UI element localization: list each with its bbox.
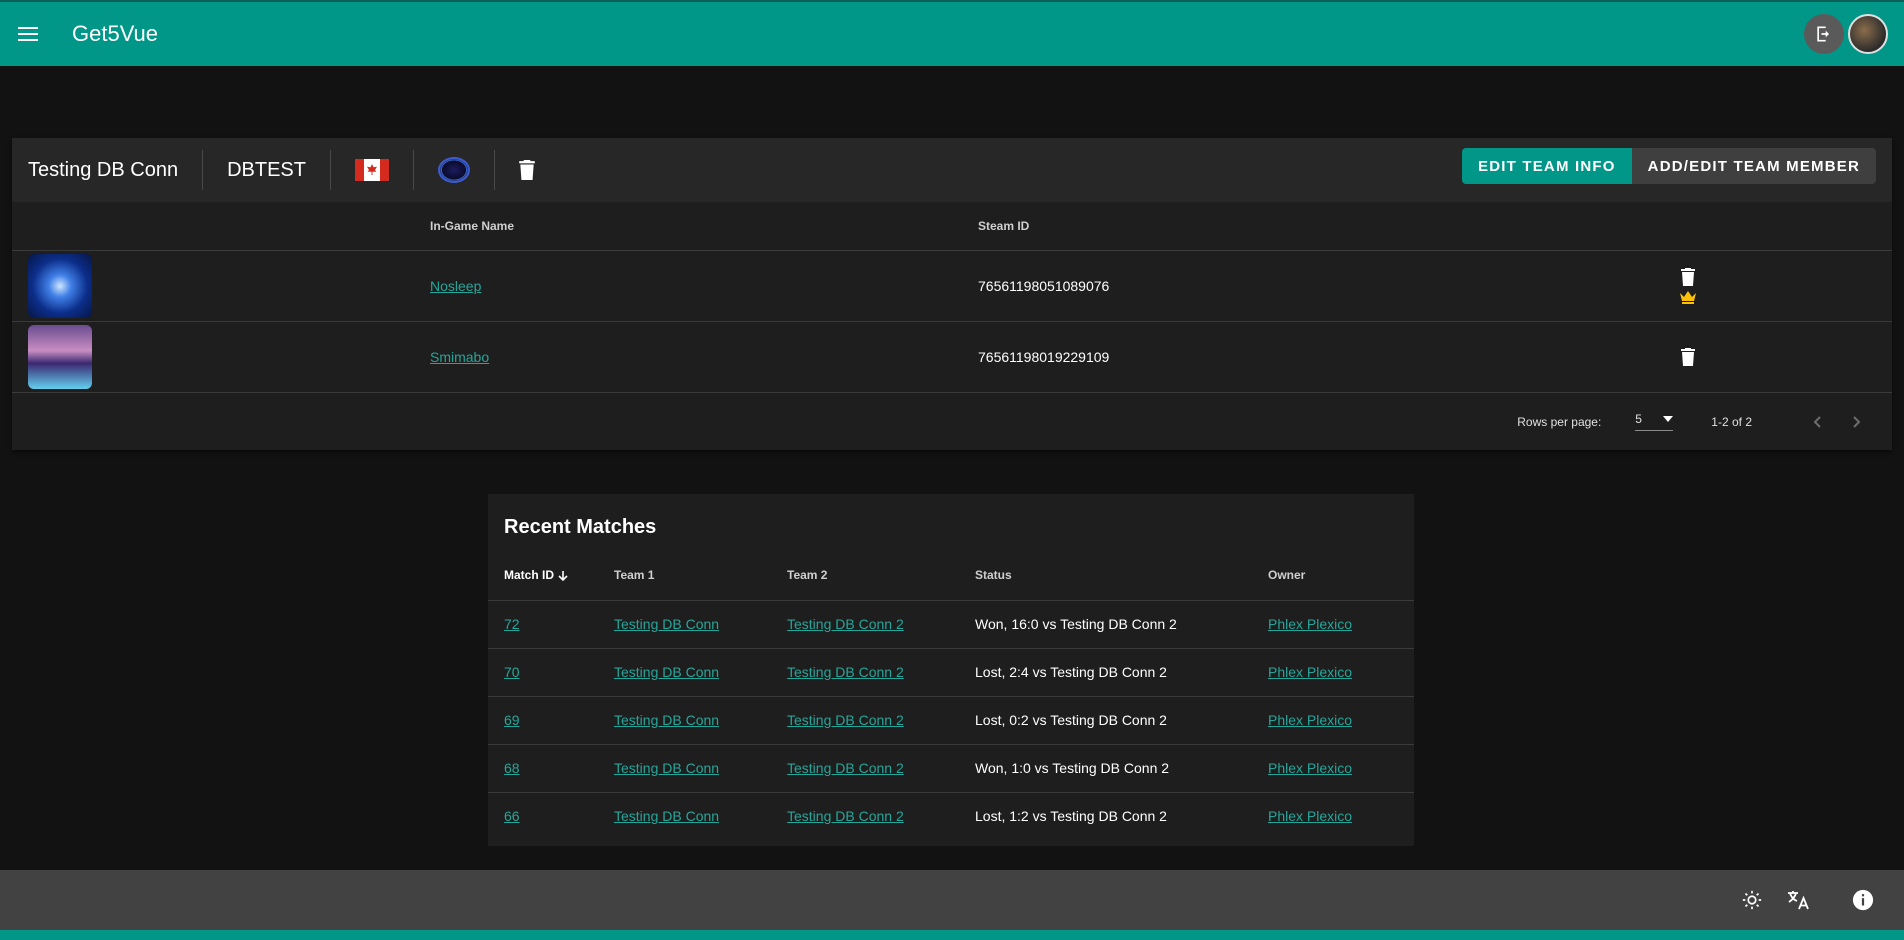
team-logo <box>437 157 470 183</box>
trash-icon <box>1681 267 1695 286</box>
match-status: Lost, 0:2 vs Testing DB Conn 2 <box>975 696 1268 745</box>
team2-link[interactable]: Testing DB Conn 2 <box>787 616 904 632</box>
edit-team-info-button[interactable]: Edit Team Info <box>1462 148 1632 184</box>
match-status: Won, 1:0 vs Testing DB Conn 2 <box>975 744 1268 793</box>
team2-link[interactable]: Testing DB Conn 2 <box>787 808 904 824</box>
member-name-link[interactable]: Nosleep <box>430 278 481 294</box>
info-button[interactable] <box>1852 889 1874 911</box>
trash-icon <box>1681 347 1695 366</box>
translate-icon <box>1788 891 1809 910</box>
team1-link[interactable]: Testing DB Conn <box>614 712 719 728</box>
trash-icon <box>519 160 535 180</box>
logout-icon <box>1817 26 1829 42</box>
match-id-link[interactable]: 72 <box>504 616 520 632</box>
owner-link[interactable]: Phlex Plexico <box>1268 760 1352 776</box>
user-avatar[interactable] <box>1848 14 1888 54</box>
recent-matches-card: Recent Matches Match ID Team 1 Team 2 St… <box>488 494 1414 846</box>
team1-link[interactable]: Testing DB Conn <box>614 808 719 824</box>
theme-toggle-button[interactable] <box>1742 890 1762 910</box>
footer <box>0 870 1904 930</box>
team2-link[interactable]: Testing DB Conn 2 <box>787 760 904 776</box>
logout-button[interactable] <box>1804 14 1844 54</box>
match-status: Won, 16:0 vs Testing DB Conn 2 <box>975 600 1268 649</box>
owner-link[interactable]: Phlex Plexico <box>1268 808 1352 824</box>
column-header-owner[interactable]: Owner <box>1268 550 1414 601</box>
match-status: Lost, 2:4 vs Testing DB Conn 2 <box>975 648 1268 697</box>
app-bar: Get5Vue <box>0 0 1904 66</box>
remove-member-button[interactable] <box>1681 267 1695 286</box>
divider <box>202 150 204 190</box>
table-row: 70 Testing DB Conn Testing DB Conn 2 Los… <box>488 648 1414 697</box>
match-id-link[interactable]: 70 <box>504 664 520 680</box>
team2-link[interactable]: Testing DB Conn 2 <box>787 664 904 680</box>
brightness-icon <box>1742 890 1762 910</box>
menu-icon <box>18 27 38 41</box>
column-header-actions <box>1678 202 1892 251</box>
rows-per-page-value: 5 <box>1635 412 1642 426</box>
column-header-steam-id: Steam ID <box>978 202 1678 251</box>
chevron-left-icon <box>1813 415 1821 428</box>
arrow-down-icon <box>558 570 568 581</box>
column-header-status[interactable]: Status <box>975 550 1268 601</box>
table-row: 69 Testing DB Conn Testing DB Conn 2 Los… <box>488 696 1414 745</box>
remove-member-button[interactable] <box>1681 347 1695 366</box>
team-card: Testing DB Conn DBTEST Edit Team Info Ad… <box>12 138 1892 450</box>
match-id-link[interactable]: 69 <box>504 712 520 728</box>
table-row: Nosleep 76561198051089076 <box>12 250 1892 322</box>
column-header-avatar <box>12 202 430 251</box>
member-steam-id: 76561198051089076 <box>978 250 1678 322</box>
canada-flag-icon <box>354 159 389 181</box>
rows-per-page-select[interactable]: 5 <box>1635 412 1674 431</box>
match-id-link[interactable]: 68 <box>504 760 520 776</box>
delete-team-button[interactable] <box>519 160 535 180</box>
divider <box>493 150 495 190</box>
members-table: In-Game Name Steam ID Nosleep 7656119805… <box>12 202 1892 393</box>
footer-accent-bar <box>0 930 1904 940</box>
column-header-ign: In-Game Name <box>430 202 978 251</box>
team-toolbar: Testing DB Conn DBTEST Edit Team Info Ad… <box>12 138 1892 202</box>
chevron-down-icon <box>1663 416 1674 422</box>
owner-link[interactable]: Phlex Plexico <box>1268 664 1352 680</box>
recent-matches-title: Recent Matches <box>504 516 657 538</box>
column-header-team2[interactable]: Team 2 <box>787 550 975 601</box>
column-header-team1[interactable]: Team 1 <box>614 550 787 601</box>
member-avatar <box>28 324 92 389</box>
table-row: Smimabo 76561198019229109 <box>12 321 1892 393</box>
chevron-right-icon <box>1853 415 1861 428</box>
rows-per-page-label: Rows per page: <box>1517 414 1602 429</box>
match-id-link[interactable]: 66 <box>504 808 520 824</box>
table-row: 66 Testing DB Conn Testing DB Conn 2 Los… <box>488 792 1414 840</box>
add-edit-member-button[interactable]: Add/Edit Team Member <box>1631 148 1876 184</box>
matches-table: Match ID Team 1 Team 2 Status Owner 72 T… <box>488 550 1414 840</box>
column-header-match-id[interactable]: Match ID <box>488 550 614 601</box>
owner-link[interactable]: Phlex Plexico <box>1268 616 1352 632</box>
member-steam-id: 76561198019229109 <box>978 321 1678 393</box>
member-name-link[interactable]: Smimabo <box>430 349 489 365</box>
owner-link[interactable]: Phlex Plexico <box>1268 712 1352 728</box>
divider <box>329 150 331 190</box>
language-button[interactable] <box>1786 888 1810 912</box>
info-icon <box>1852 889 1874 911</box>
team-name: Testing DB Conn <box>28 158 179 181</box>
divider <box>412 150 414 190</box>
menu-button[interactable] <box>0 6 56 62</box>
team1-link[interactable]: Testing DB Conn <box>614 664 719 680</box>
table-row: 68 Testing DB Conn Testing DB Conn 2 Won… <box>488 744 1414 793</box>
team2-link[interactable]: Testing DB Conn 2 <box>787 712 904 728</box>
crown-icon <box>1680 290 1696 304</box>
team-tag: DBTEST <box>227 158 306 181</box>
team1-link[interactable]: Testing DB Conn <box>614 760 719 776</box>
next-page-button[interactable] <box>1842 415 1872 428</box>
page-range: 1-2 of 2 <box>1711 414 1752 429</box>
member-avatar <box>28 253 92 318</box>
team1-link[interactable]: Testing DB Conn <box>614 616 719 632</box>
app-title: Get5Vue <box>72 21 159 46</box>
previous-page-button[interactable] <box>1802 415 1832 428</box>
match-status: Lost, 1:2 vs Testing DB Conn 2 <box>975 808 1167 825</box>
pagination: Rows per page: 5 1-2 of 2 <box>12 393 1892 451</box>
table-row: 72 Testing DB Conn Testing DB Conn 2 Won… <box>488 600 1414 649</box>
